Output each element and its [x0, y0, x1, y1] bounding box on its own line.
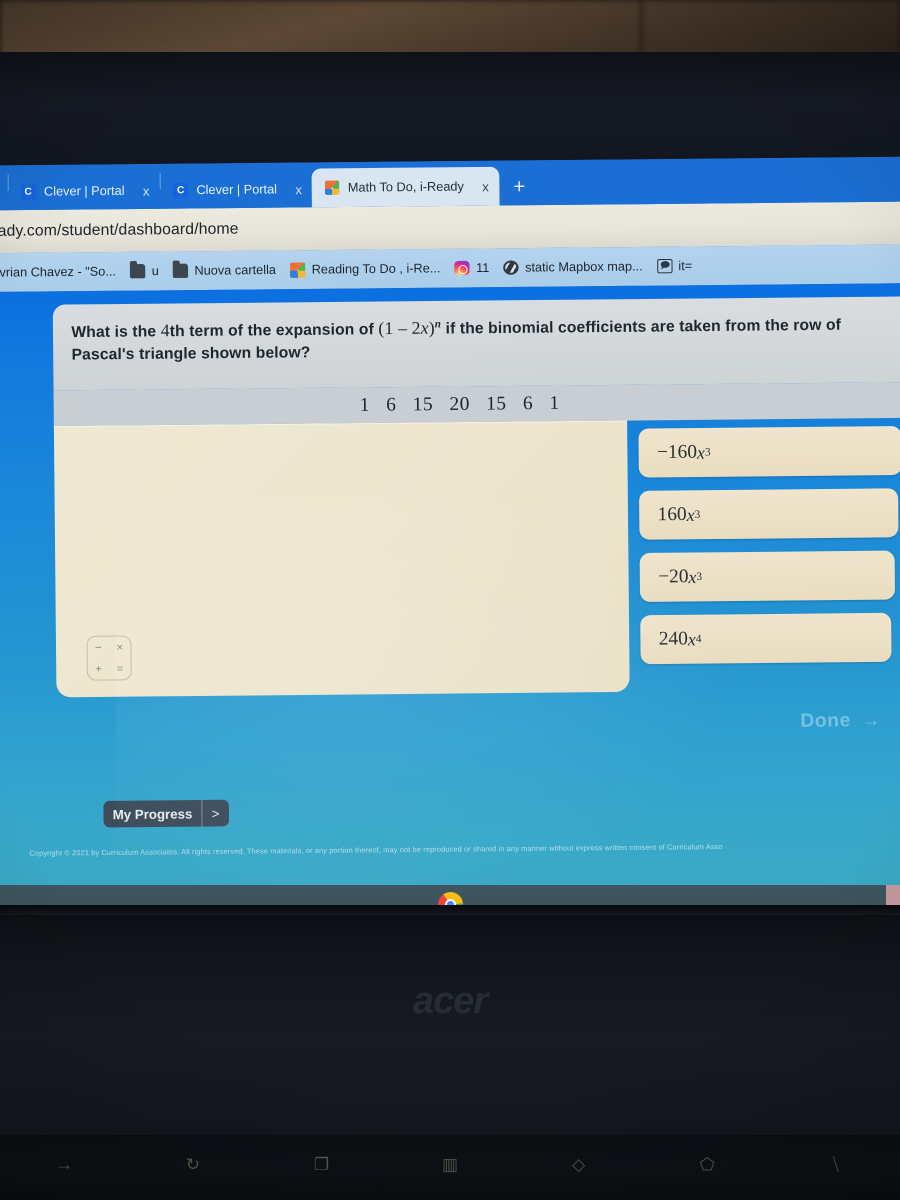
bookmark-instagram-11[interactable]: 11 [454, 260, 490, 276]
question-part-3: if the binomial coefficients are taken f… [441, 316, 842, 338]
clever-icon: C [20, 183, 36, 200]
calculator-widget[interactable]: − × + = [86, 635, 132, 681]
pascal-number: 1 [359, 393, 370, 416]
bookmark-label: 11 [476, 260, 490, 276]
box-icon [656, 258, 673, 274]
pascal-number: 15 [412, 393, 434, 415]
laptop-keyboard-deck: acer → ↻ ❐ ▥ ◇ ⬠ ⧹ [0, 905, 900, 1200]
answer-exponent: 3 [694, 508, 701, 521]
scratch-work-area[interactable]: − × + = [53, 420, 630, 698]
done-label: Done [800, 710, 851, 733]
function-key-row: → ↻ ❐ ▥ ◇ ⬠ ⧹ [0, 1155, 900, 1175]
answer-coefficient: 240 [658, 628, 688, 650]
brightness-up-key-icon[interactable]: ⬠ [643, 1155, 772, 1175]
answer-choices: −160 x 3 160 x 3 −20 x 3 240 x 4 [638, 426, 900, 665]
answer-variable: x [688, 566, 697, 587]
answer-choice-2[interactable]: 160 x 3 [638, 488, 899, 540]
new-tab-button[interactable]: + [499, 176, 540, 206]
acer-brand-logo: acer [412, 980, 488, 1022]
brightness-down-key-icon[interactable]: ◇ [514, 1155, 643, 1175]
pascal-numbers: 1 6 15 20 15 6 1 [360, 392, 560, 416]
bookmark-reading-to-do[interactable]: Reading To Do , i-Re... [290, 261, 441, 278]
question-part-2: th term of the expansion of [169, 320, 379, 341]
expression-open: (1 [378, 317, 399, 339]
browser-tab-clever-1[interactable]: C Clever | Portal x [8, 172, 160, 210]
bookmark-label: static Mapbox map... [524, 259, 643, 275]
laptop-hinge [0, 905, 900, 915]
browser-tab-math-to-do[interactable]: Math To Do, i-Ready x [311, 166, 500, 208]
tab-close-icon-3[interactable]: x [482, 179, 489, 194]
clever-icon: C [172, 182, 189, 198]
answer-variable: x [696, 441, 706, 463]
answer-exponent: 3 [696, 570, 703, 584]
laptop-photo: x C Clever | Portal x C Clever | Portal … [0, 0, 900, 1200]
iready-page: What is the 4 th term of the expansion of… [0, 283, 900, 916]
calc-equals-key[interactable]: = [109, 658, 131, 680]
bookmark-label: Reading To Do , i-Re... [311, 261, 441, 277]
calc-multiply-key[interactable]: × [109, 636, 131, 658]
globe-icon [503, 260, 520, 275]
tab-title: Clever | Portal [196, 182, 278, 198]
pascal-triangle-row: 1 6 15 20 15 6 1 [53, 381, 900, 427]
bookmark-folder-u[interactable]: u [130, 264, 159, 279]
answer-exponent: 3 [704, 446, 711, 459]
bookmark-label: u [151, 263, 159, 279]
question-line-2: Pascal's triangle shown below? [71, 343, 311, 364]
bookmark-static-mapbox-map[interactable]: static Mapbox map... [503, 259, 643, 275]
overview-key-icon[interactable]: ▥ [386, 1155, 515, 1175]
bookmark-folder-nuova-cartella[interactable]: Nuova cartella [172, 262, 277, 279]
pascal-number: 20 [449, 392, 470, 415]
iready-cube-icon [290, 262, 306, 278]
expression-minus: – [397, 317, 412, 339]
bookmark-label: it= [678, 258, 693, 274]
address-bar-url[interactable]: eady.com/student/dashboard/home [0, 220, 239, 241]
bookmark-label: Avrian Chavez - "So... [0, 264, 117, 280]
answer-exponent: 4 [695, 633, 702, 646]
bookmark-avrian-chavez[interactable]: Avrian Chavez - "So... [0, 264, 116, 279]
laptop-top-bezel [0, 52, 900, 170]
bookmark-label: Nuova cartella [194, 262, 277, 278]
answer-variable: x [687, 628, 696, 649]
question-part-1: What is the [71, 323, 161, 342]
answer-coefficient: −160 [656, 441, 698, 464]
instagram-icon [454, 260, 471, 276]
laptop-screen: x C Clever | Portal x C Clever | Portal … [0, 156, 900, 916]
laptop-keyboard: → ↻ ❐ ▥ ◇ ⬠ ⧹ [0, 1135, 900, 1200]
question-card: What is the 4th term of the expansion of… [52, 295, 900, 391]
pascal-number: 6 [522, 392, 534, 414]
tab-title: Clever | Portal [43, 183, 125, 199]
tab-close-icon-1[interactable]: x [143, 183, 150, 198]
arrow-right-icon: → [860, 709, 882, 732]
chevron-right-icon[interactable]: > [201, 799, 229, 827]
browser-tab-clever-2[interactable]: C Clever | Portal x [161, 171, 313, 209]
fullscreen-key-icon[interactable]: ❐ [257, 1155, 386, 1175]
my-progress-button[interactable]: My Progress > [103, 799, 229, 828]
question-text: What is the 4th term of the expansion of… [71, 310, 900, 366]
forward-key-icon[interactable]: → [0, 1155, 129, 1175]
answer-choice-4[interactable]: 240 x 4 [640, 612, 892, 665]
pascal-number: 6 [386, 393, 397, 416]
iready-cube-icon [324, 180, 340, 195]
mute-key-icon[interactable]: ⧹ [771, 1155, 900, 1175]
calc-minus-key[interactable]: − [88, 637, 110, 659]
folder-icon [130, 263, 146, 279]
answer-coefficient: −20 [658, 565, 689, 588]
answer-choice-3[interactable]: −20 x 3 [639, 550, 896, 602]
my-progress-label: My Progress [112, 805, 193, 822]
answer-choice-1[interactable]: −160 x 3 [638, 426, 900, 478]
bookmark-it[interactable]: it= [656, 258, 693, 274]
pascal-number: 1 [549, 392, 560, 414]
folder-icon [172, 263, 189, 279]
tab-title: Math To Do, i-Ready [347, 179, 464, 195]
answer-coefficient: 160 [657, 503, 687, 526]
tab-close-icon-2[interactable]: x [295, 181, 302, 196]
pascal-number: 15 [486, 392, 507, 415]
answer-variable: x [686, 504, 695, 525]
copyright-notice: Copyright © 2021 by Curriculum Associate… [29, 841, 723, 858]
browser-tab-strip: x C Clever | Portal x C Clever | Portal … [0, 156, 900, 211]
reload-key-icon[interactable]: ↻ [129, 1155, 258, 1175]
calc-plus-key[interactable]: + [88, 658, 110, 680]
done-button[interactable]: Done → [800, 710, 881, 733]
